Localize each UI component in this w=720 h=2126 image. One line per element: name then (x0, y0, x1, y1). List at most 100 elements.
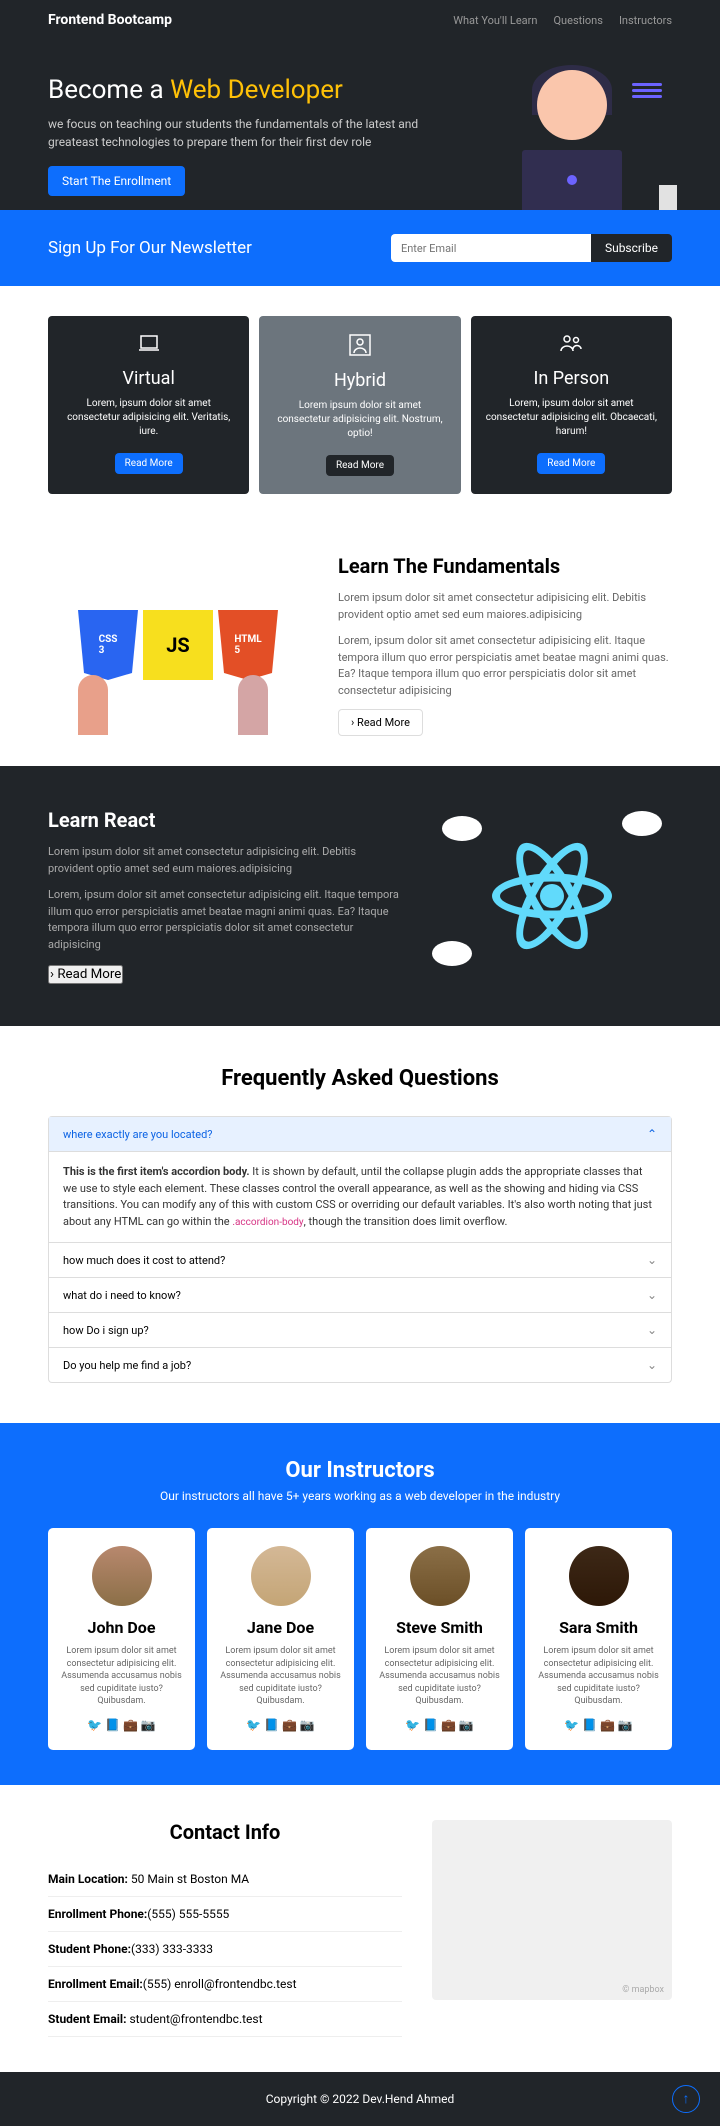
email-input[interactable] (391, 234, 591, 262)
contact-info: Contact Info Main Location: 50 Main st B… (48, 1820, 402, 2037)
subscribe-button[interactable]: Subscribe (591, 234, 672, 262)
box-inperson: In Person Lorem, ipsum dolor sit amet co… (471, 316, 672, 494)
avatar (569, 1546, 629, 1606)
learn-title: Learn React (48, 808, 402, 832)
box-title: Hybrid (271, 370, 448, 391)
contact-item: Main Location: 50 Main st Boston MA (48, 1862, 402, 1897)
learn-react: Learn React Lorem ipsum dolor sit amet c… (0, 766, 720, 1026)
hero: Become a Web Developer we focus on teach… (0, 40, 720, 210)
box-title: In Person (483, 368, 660, 389)
navbar: Frontend Bootcamp What You'll Learn Ques… (0, 0, 720, 40)
instructors: Our Instructors Our instructors all have… (0, 1423, 720, 1785)
accordion: where exactly are you located?⌃ This is … (48, 1116, 672, 1383)
contact-item: Enrollment Email:(555) enroll@frontendbc… (48, 1967, 402, 2002)
accordion-body: This is the first item's accordion body.… (49, 1151, 671, 1242)
read-more-button[interactable]: Read More (537, 453, 605, 474)
learn-p1: Lorem ipsum dolor sit amet consectetur a… (338, 590, 672, 623)
box-virtual: Virtual Lorem, ipsum dolor sit amet cons… (48, 316, 249, 494)
instructor-card: Jane Doe Lorem ipsum dolor sit amet cons… (207, 1528, 354, 1750)
box-text: Lorem ipsum dolor sit amet consectetur a… (271, 399, 448, 441)
learn-p2: Lorem, ipsum dolor sit amet consectetur … (338, 633, 672, 699)
copyright: Copyright © 2022 Dev.Hend Ahmed (266, 2092, 455, 2106)
contact-item: Student Phone:(333) 333-3333 (48, 1932, 402, 1967)
accordion-item: how Do i sign up?⌄ (48, 1313, 672, 1348)
newsletter: Sign Up For Our Newsletter Subscribe (0, 210, 720, 286)
newsletter-form: Subscribe (391, 234, 672, 262)
chevron-down-icon: ⌄ (647, 1323, 657, 1337)
read-more-button[interactable]: › Read More (48, 965, 123, 984)
footer: Copyright © 2022 Dev.Hend Ahmed ↑ (0, 2072, 720, 2126)
contact-item: Student Email: student@frontendbc.test (48, 2002, 402, 2037)
start-enrollment-button[interactable]: Start The Enrollment (48, 166, 185, 196)
social-icons[interactable]: 🐦 📘 💼 📷 (219, 1718, 342, 1732)
contact-list: Main Location: 50 Main st Boston MA Enro… (48, 1862, 402, 2037)
react-illustration (432, 806, 672, 986)
laptop-icon (60, 334, 237, 360)
people-icon (483, 334, 660, 360)
social-icons[interactable]: 🐦 📘 💼 📷 (537, 1718, 660, 1732)
faq: Frequently Asked Questions where exactly… (0, 1026, 720, 1423)
accordion-item: where exactly are you located?⌃ This is … (48, 1116, 672, 1243)
instructor-card: John Doe Lorem ipsum dolor sit amet cons… (48, 1528, 195, 1750)
learn-text: Learn React Lorem ipsum dolor sit amet c… (48, 808, 402, 984)
accordion-header[interactable]: how much does it cost to attend?⌄ (49, 1243, 671, 1277)
read-more-button[interactable]: › Read More (338, 709, 423, 736)
instructors-title: Our Instructors (48, 1458, 672, 1483)
box-text: Lorem, ipsum dolor sit amet consectetur … (483, 397, 660, 439)
accordion-header[interactable]: Do you help me find a job?⌄ (49, 1348, 671, 1382)
scroll-top-button[interactable]: ↑ (672, 2085, 700, 2113)
instructor-name: Steve Smith (378, 1618, 501, 1637)
hero-title: Become a Web Developer (48, 75, 452, 105)
avatar (92, 1546, 152, 1606)
avatar (251, 1546, 311, 1606)
contact-title: Contact Info (48, 1820, 402, 1844)
map-attribution: © mapbox (622, 1985, 664, 1995)
fundamentals-illustration: CSS3 JS HTML5 (48, 555, 308, 735)
instructor-name: Jane Doe (219, 1618, 342, 1637)
instructor-card: Sara Smith Lorem ipsum dolor sit amet co… (525, 1528, 672, 1750)
read-more-button[interactable]: Read More (115, 453, 183, 474)
accordion-header[interactable]: what do i need to know?⌄ (49, 1278, 671, 1312)
chevron-down-icon: ⌄ (647, 1288, 657, 1302)
accordion-header[interactable]: how Do i sign up?⌄ (49, 1313, 671, 1347)
instructor-name: John Doe (60, 1618, 183, 1637)
nav-link-learn[interactable]: What You'll Learn (453, 14, 537, 27)
nav-link-instructors[interactable]: Instructors (619, 14, 672, 27)
contact-item: Enrollment Phone:(555) 555-5555 (48, 1897, 402, 1932)
accordion-item: what do i need to know?⌄ (48, 1278, 672, 1313)
read-more-button[interactable]: Read More (326, 455, 394, 476)
nav-link-questions[interactable]: Questions (553, 14, 602, 27)
instructor-grid: John Doe Lorem ipsum dolor sit amet cons… (48, 1528, 672, 1750)
learn-title: Learn The Fundamentals (338, 554, 672, 578)
accordion-item: how much does it cost to attend?⌄ (48, 1243, 672, 1278)
social-icons[interactable]: 🐦 📘 💼 📷 (60, 1718, 183, 1732)
brand[interactable]: Frontend Bootcamp (48, 12, 172, 28)
accordion-item: Do you help me find a job?⌄ (48, 1348, 672, 1383)
instructor-name: Sara Smith (537, 1618, 660, 1637)
instructor-bio: Lorem ipsum dolor sit amet consectetur a… (378, 1645, 501, 1708)
newsletter-title: Sign Up For Our Newsletter (48, 238, 252, 258)
learn-p2: Lorem, ipsum dolor sit amet consectetur … (48, 887, 402, 953)
learn-p1: Lorem ipsum dolor sit amet consectetur a… (48, 844, 402, 877)
faq-title: Frequently Asked Questions (48, 1066, 672, 1091)
avatar (410, 1546, 470, 1606)
learn-text: Learn The Fundamentals Lorem ipsum dolor… (338, 554, 672, 736)
instructors-lead: Our instructors all have 5+ years workin… (48, 1489, 672, 1503)
instructor-card: Steve Smith Lorem ipsum dolor sit amet c… (366, 1528, 513, 1750)
chevron-down-icon: ⌄ (647, 1358, 657, 1372)
contact: Contact Info Main Location: 50 Main st B… (0, 1785, 720, 2072)
social-icons[interactable]: 🐦 📘 💼 📷 (378, 1718, 501, 1732)
map[interactable]: © mapbox (432, 1820, 672, 2000)
nav-links: What You'll Learn Questions Instructors (453, 14, 672, 27)
box-text: Lorem, ipsum dolor sit amet consectetur … (60, 397, 237, 439)
boxes: Virtual Lorem, ipsum dolor sit amet cons… (0, 286, 720, 524)
chevron-up-icon: ⌃ (647, 1127, 657, 1141)
learn-fundamentals: CSS3 JS HTML5 Learn The Fundamentals Lor… (0, 524, 720, 766)
accordion-header[interactable]: where exactly are you located?⌃ (49, 1117, 671, 1151)
instructor-bio: Lorem ipsum dolor sit amet consectetur a… (537, 1645, 660, 1708)
chevron-down-icon: ⌄ (647, 1253, 657, 1267)
instructor-bio: Lorem ipsum dolor sit amet consectetur a… (60, 1645, 183, 1708)
hero-text: Become a Web Developer we focus on teach… (48, 75, 452, 196)
hero-illustration (472, 60, 672, 210)
hero-description: we focus on teaching our students the fu… (48, 115, 452, 151)
